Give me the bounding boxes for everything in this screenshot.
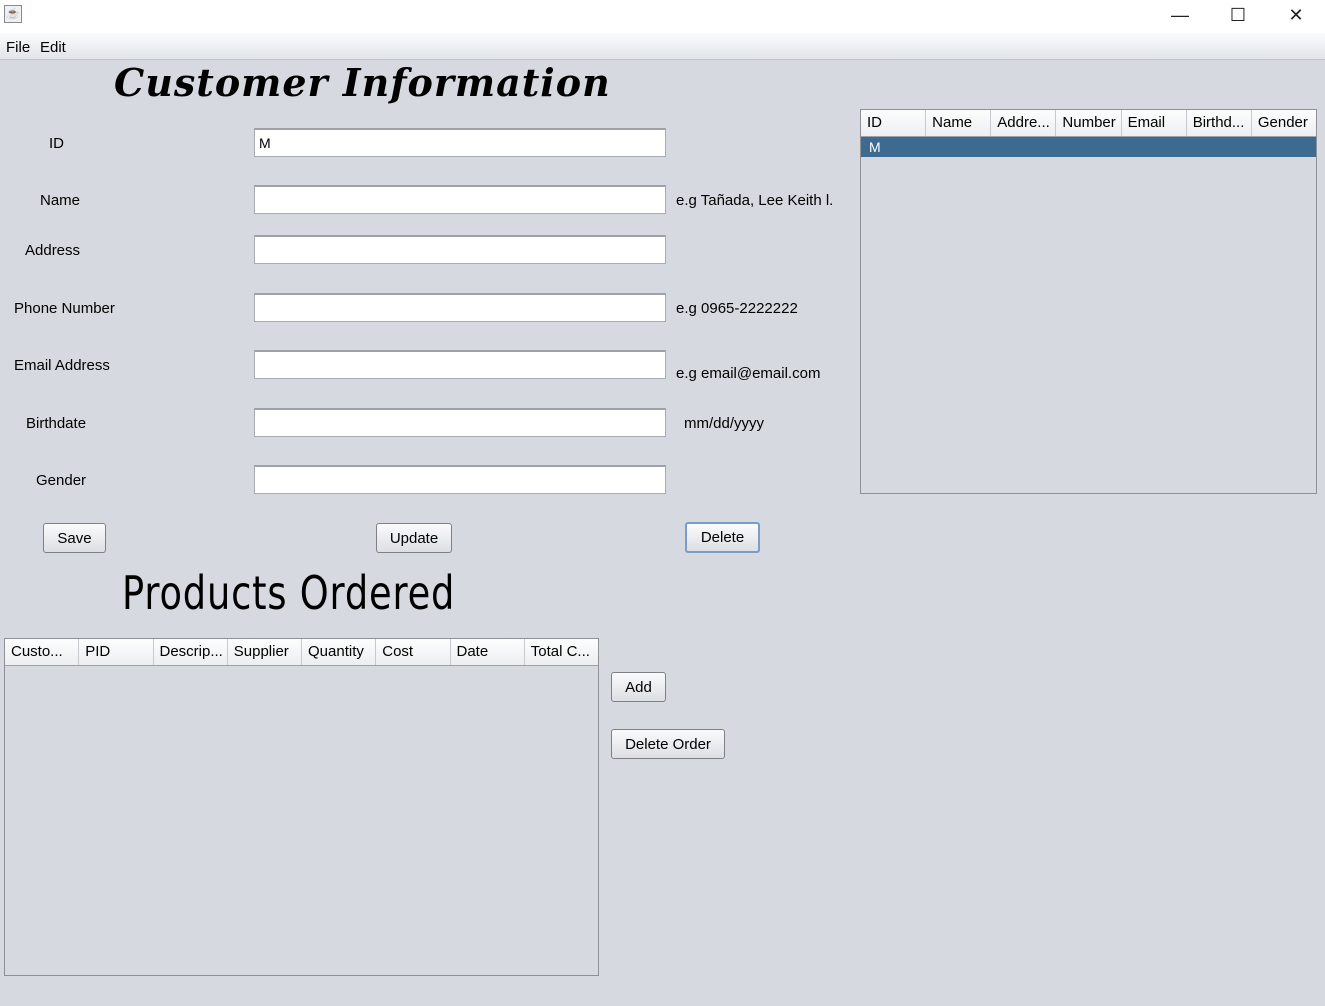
email-address-label: Email Address xyxy=(14,357,110,374)
birthdate-field[interactable] xyxy=(254,408,666,437)
products-column-quantity[interactable]: Quantity xyxy=(302,639,377,665)
products-column-customer[interactable]: Custo... xyxy=(5,639,80,665)
name-label: Name xyxy=(40,192,81,209)
products-column-supplier[interactable]: Supplier xyxy=(228,639,302,665)
table-cell xyxy=(1056,137,1121,157)
add-button[interactable]: Add xyxy=(611,672,666,702)
products-ordered-heading: Products Ordered xyxy=(122,566,456,620)
customer-table-header: ID Name Addre... Number Email Birthd... … xyxy=(861,110,1316,137)
name-field[interactable] xyxy=(254,185,666,214)
products-column-cost[interactable]: Cost xyxy=(376,639,451,665)
menu-edit[interactable]: Edit xyxy=(40,39,66,56)
products-table-header: Custo... PID Descrip... Supplier Quantit… xyxy=(5,639,598,666)
address-label: Address xyxy=(25,242,81,259)
products-table[interactable]: Custo... PID Descrip... Supplier Quantit… xyxy=(4,638,599,976)
phone-number-label: Phone Number xyxy=(14,300,115,317)
maximize-button[interactable]: ☐ xyxy=(1209,0,1267,30)
table-cell xyxy=(1121,137,1186,157)
products-column-description[interactable]: Descrip... xyxy=(154,639,228,665)
menu-file[interactable]: File xyxy=(6,39,30,56)
update-button[interactable]: Update xyxy=(376,523,452,553)
customer-column-address[interactable]: Addre... xyxy=(991,110,1057,136)
table-cell xyxy=(1186,137,1251,157)
customer-column-birthdate[interactable]: Birthd... xyxy=(1187,110,1252,136)
products-column-pid[interactable]: PID xyxy=(79,639,154,665)
customer-column-number[interactable]: Number xyxy=(1056,110,1122,136)
name-hint: e.g Tañada, Lee Keith l. xyxy=(676,192,834,209)
java-coffee-icon: ☕ xyxy=(4,5,22,23)
id-label: ID xyxy=(49,135,64,152)
customer-column-name[interactable]: Name xyxy=(926,110,992,136)
menu-bar: File Edit xyxy=(0,33,1325,60)
save-button[interactable]: Save xyxy=(43,523,106,553)
minimize-button[interactable]: — xyxy=(1151,0,1209,30)
table-cell xyxy=(991,137,1056,157)
birthdate-label: Birthdate xyxy=(26,415,87,432)
table-cell xyxy=(926,137,991,157)
products-column-date[interactable]: Date xyxy=(451,639,525,665)
delete-button[interactable]: Delete xyxy=(685,522,760,553)
close-button[interactable]: ✕ xyxy=(1267,0,1325,30)
delete-order-button[interactable]: Delete Order xyxy=(611,729,725,759)
birthdate-hint: mm/dd/yyyy xyxy=(684,415,765,432)
customer-information-heading: Customer Information xyxy=(114,60,611,105)
phone-number-hint: e.g 0965-2222222 xyxy=(676,300,798,317)
customer-column-id[interactable]: ID xyxy=(861,110,927,136)
id-field[interactable] xyxy=(254,128,666,157)
address-field[interactable] xyxy=(254,235,666,264)
email-address-field[interactable] xyxy=(254,350,666,379)
products-column-total-cost[interactable]: Total C... xyxy=(525,639,598,665)
table-cell xyxy=(1251,137,1316,157)
phone-number-field[interactable] xyxy=(254,293,666,322)
title-bar: ☕ — ☐ ✕ xyxy=(0,0,1325,33)
email-address-hint: e.g email@email.com xyxy=(676,365,821,382)
customer-column-email[interactable]: Email xyxy=(1122,110,1187,136)
gender-field[interactable] xyxy=(254,465,666,494)
customer-table[interactable]: ID Name Addre... Number Email Birthd... … xyxy=(860,109,1317,494)
table-row[interactable]: M xyxy=(861,137,1316,157)
customer-column-gender[interactable]: Gender xyxy=(1252,110,1316,136)
table-cell-id: M xyxy=(869,139,881,155)
gender-label: Gender xyxy=(36,472,87,489)
